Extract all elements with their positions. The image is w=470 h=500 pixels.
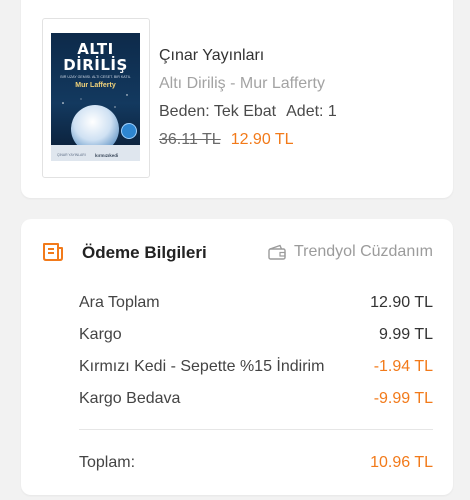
summary-row-label: Kırmızı Kedi - Sepette %15 İndirim	[79, 358, 325, 375]
wallet-icon	[268, 244, 286, 260]
summary-row-label: Kargo Bedava	[79, 390, 181, 407]
summary-row-value: 12.90 TL	[370, 294, 433, 311]
summary-row-value: -1.94 TL	[373, 358, 433, 375]
book-cover-title: ALTI DİRİLİŞ	[63, 40, 128, 74]
product-variant: Beden: Tek Ebat Adet: 1	[159, 102, 337, 122]
size-label: Beden: Tek Ebat	[159, 103, 277, 120]
wallet-label: Trendyol Cüzdanım	[293, 243, 433, 260]
summary-row-free-shipping: Kargo Bedava -9.99 TL	[79, 389, 433, 409]
product-card: ALTI DİRİLİŞ BİR UZAY GEMİSİ. ALTI CESET…	[21, 0, 453, 198]
product-prices: 36.11 TL 12.90 TL	[159, 130, 294, 150]
payment-info-title: Ödeme Bilgileri	[82, 243, 207, 262]
divider	[79, 429, 433, 430]
summary-row-label: Kargo	[79, 326, 122, 343]
book-cover-logo: kırmızıkedi	[95, 153, 119, 158]
summary-row-subtotal: Ara Toplam 12.90 TL	[79, 293, 433, 313]
summary-row-value: -9.99 TL	[373, 390, 433, 407]
payment-info-card: Ödeme Bilgileri Trendyol Cüzdanım Ara To…	[21, 219, 453, 495]
wallet-link[interactable]: Trendyol Cüzdanım	[268, 241, 433, 263]
summary-row-label: Ara Toplam	[79, 294, 160, 311]
summary-row-total: Toplam: 10.96 TL	[79, 453, 433, 473]
product-image[interactable]: ALTI DİRİLİŞ BİR UZAY GEMİSİ. ALTI CESET…	[42, 18, 150, 178]
summary-row-value: 9.99 TL	[379, 326, 433, 343]
total-label: Toplam:	[79, 454, 136, 471]
book-cover-author: Mur Lafferty	[75, 82, 116, 89]
product-brand: Çınar Yayınları	[159, 47, 265, 64]
receipt-icon	[43, 243, 63, 261]
book-cover-subtitle: BİR UZAY GEMİSİ. ALTI CESET. BİR KATİL	[60, 75, 131, 79]
book-cover: ALTI DİRİLİŞ BİR UZAY GEMİSİ. ALTI CESET…	[51, 33, 140, 161]
quantity-label: Adet: 1	[286, 103, 337, 120]
book-cover-badge	[121, 123, 137, 139]
book-cover-publisher: ÇINAR YAYINLARI	[57, 153, 86, 157]
old-price: 36.11 TL	[159, 131, 221, 148]
summary-row-shipping: Kargo 9.99 TL	[79, 325, 433, 345]
new-price: 12.90 TL	[230, 131, 294, 148]
total-value: 10.96 TL	[370, 454, 433, 471]
summary-row-discount: Kırmızı Kedi - Sepette %15 İndirim -1.94…	[79, 357, 433, 377]
product-name[interactable]: Altı Diriliş - Mur Lafferty	[159, 74, 325, 94]
